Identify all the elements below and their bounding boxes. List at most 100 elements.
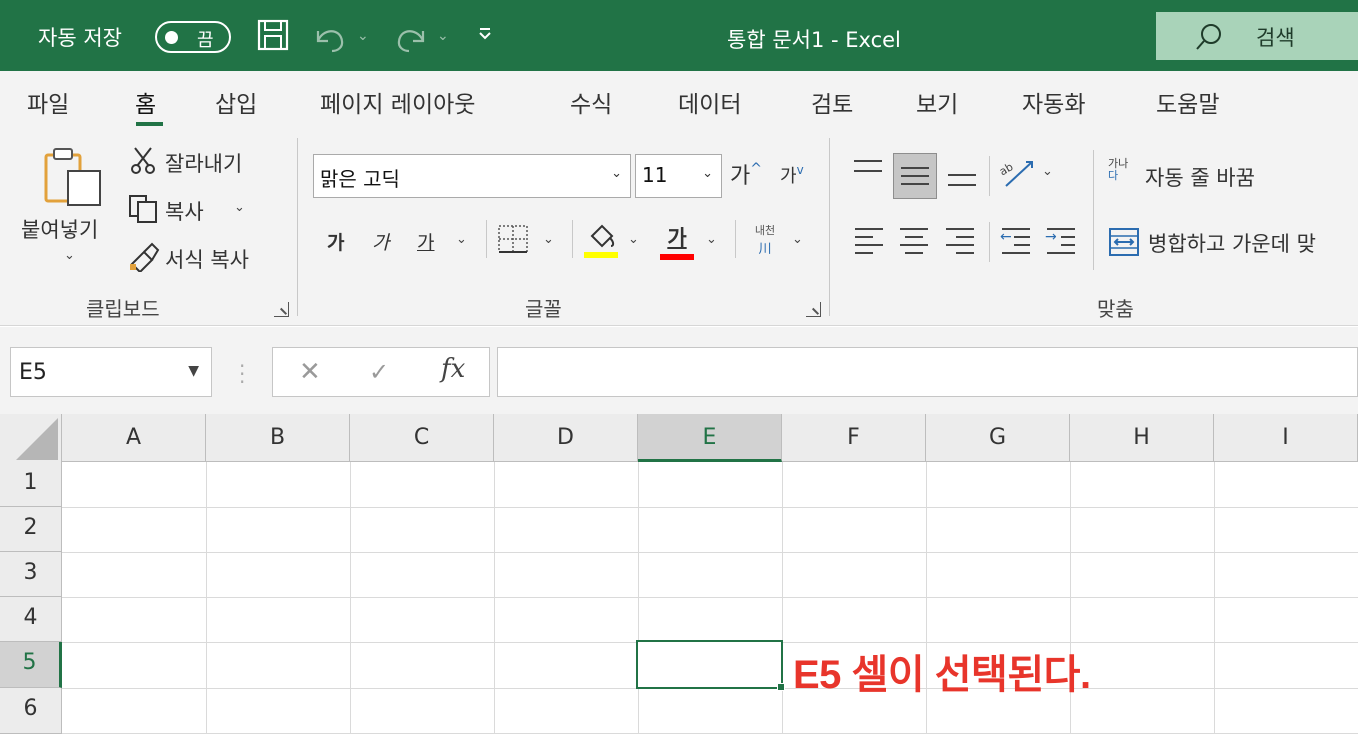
font-color-dropdown-icon[interactable]: ⌄ xyxy=(706,232,717,247)
italic-button[interactable]: 가 xyxy=(372,228,389,255)
orientation-icon[interactable]: ab xyxy=(998,156,1038,190)
borders-icon[interactable] xyxy=(497,224,529,254)
tab-automate[interactable]: 자동화 xyxy=(1022,85,1085,119)
grow-font-button[interactable]: 가^ xyxy=(730,158,762,190)
ribbon-tabs: 파일 홈 삽입 페이지 레이아웃 수식 데이터 검토 보기 자동화 도움말 xyxy=(0,71,1358,128)
format-painter-label[interactable]: 서식 복사 xyxy=(165,244,249,274)
enter-icon[interactable]: ✓ xyxy=(369,358,389,386)
column-header-i[interactable]: I xyxy=(1214,414,1358,462)
row-header-6[interactable]: 6 xyxy=(0,688,62,734)
name-box[interactable]: E5 ▼ xyxy=(10,347,212,397)
underline-dropdown-icon[interactable]: ⌄ xyxy=(456,232,467,247)
borders-dropdown-icon[interactable]: ⌄ xyxy=(543,232,554,247)
chevron-down-icon: ⌄ xyxy=(702,166,713,181)
copy-dropdown-icon[interactable]: ⌄ xyxy=(234,200,245,215)
merge-center-icon[interactable] xyxy=(1108,227,1140,257)
paste-icon[interactable] xyxy=(40,145,104,207)
fill-color-dropdown-icon[interactable]: ⌄ xyxy=(628,232,639,247)
font-name-combobox[interactable]: 맑은 고딕 ⌄ xyxy=(313,154,631,198)
name-box-dropdown-icon[interactable]: ▼ xyxy=(188,363,199,379)
customize-qat-icon[interactable] xyxy=(478,26,492,46)
middle-align-button[interactable] xyxy=(893,153,937,199)
formula-bar: E5 ▼ · · · ✕ ✓ fx xyxy=(0,327,1358,414)
column-header-g[interactable]: G xyxy=(926,414,1070,462)
orientation-dropdown-icon[interactable]: ⌄ xyxy=(1042,164,1053,179)
gridline xyxy=(350,462,351,734)
clipboard-group-label: 클립보드 xyxy=(86,297,160,321)
separator xyxy=(735,220,736,258)
column-header-d[interactable]: D xyxy=(494,414,638,462)
tab-page-layout[interactable]: 페이지 레이아웃 xyxy=(320,85,475,119)
phonetic-guide-button[interactable]: 내천 川 xyxy=(745,222,785,257)
column-header-a[interactable]: A xyxy=(62,414,206,462)
undo-dropdown-icon[interactable]: ⌄ xyxy=(357,28,369,44)
select-all-button[interactable] xyxy=(0,414,62,462)
align-right-button[interactable] xyxy=(944,224,978,254)
clipboard-launcher-icon[interactable] xyxy=(274,302,289,317)
wrap-text-label[interactable]: 자동 줄 바꿈 xyxy=(1145,162,1255,192)
gridline xyxy=(638,462,639,734)
bottom-align-button[interactable] xyxy=(946,158,980,188)
redo-dropdown-icon[interactable]: ⌄ xyxy=(437,28,449,44)
tab-view[interactable]: 보기 xyxy=(916,85,958,119)
font-size-value: 11 xyxy=(642,163,668,187)
increase-indent-button[interactable]: → xyxy=(1045,224,1079,254)
cut-icon[interactable] xyxy=(130,146,156,174)
align-center-button[interactable] xyxy=(898,224,932,254)
worksheet-grid: A B C D E F G H I 1 2 3 4 5 6 E5 셀이 선택된다… xyxy=(0,414,1358,734)
cut-label[interactable]: 잘라내기 xyxy=(165,148,242,178)
tab-formulas[interactable]: 수식 xyxy=(570,85,612,119)
column-header-b[interactable]: B xyxy=(206,414,350,462)
shrink-font-button[interactable]: 가v xyxy=(780,162,804,188)
paste-dropdown-icon[interactable]: ⌄ xyxy=(64,248,75,263)
column-header-c[interactable]: C xyxy=(350,414,494,462)
row-header-4[interactable]: 4 xyxy=(0,597,62,642)
row-header-5[interactable]: 5 xyxy=(0,642,62,688)
fill-color-icon[interactable] xyxy=(584,222,618,258)
align-left-button[interactable] xyxy=(853,224,887,254)
format-painter-icon[interactable] xyxy=(128,242,160,272)
wrap-text-icon[interactable]: 가나 다 xyxy=(1108,158,1140,182)
alignment-group-label: 맞춤 xyxy=(1097,297,1134,321)
row-header-3[interactable]: 3 xyxy=(0,552,62,597)
fill-handle[interactable] xyxy=(777,683,785,691)
column-header-f[interactable]: F xyxy=(782,414,926,462)
column-header-h[interactable]: H xyxy=(1070,414,1214,462)
font-launcher-icon[interactable] xyxy=(806,302,821,317)
font-name-value: 맑은 고딕 xyxy=(320,167,400,191)
splitter-handle-icon[interactable]: · · · xyxy=(239,356,245,392)
arrow-left-icon: ← xyxy=(1000,229,1012,245)
formula-input[interactable] xyxy=(497,347,1358,397)
cancel-icon[interactable]: ✕ xyxy=(299,357,321,387)
search-box[interactable]: 검색 xyxy=(1156,12,1358,60)
tab-review[interactable]: 검토 xyxy=(811,85,853,119)
merge-center-label[interactable]: 병합하고 가운데 맞 xyxy=(1148,228,1316,258)
top-align-button[interactable] xyxy=(852,158,886,188)
save-icon[interactable] xyxy=(256,18,290,52)
redo-icon[interactable] xyxy=(393,23,429,53)
tab-insert[interactable]: 삽입 xyxy=(215,85,257,119)
undo-icon[interactable] xyxy=(312,23,348,53)
font-size-combobox[interactable]: 11 ⌄ xyxy=(635,154,722,198)
copy-label[interactable]: 복사 xyxy=(165,196,204,226)
active-cell-e5[interactable] xyxy=(636,640,783,689)
autosave-toggle[interactable]: 끔 xyxy=(155,21,231,53)
copy-icon[interactable] xyxy=(128,194,160,224)
decrease-indent-button[interactable]: ← xyxy=(1000,224,1034,254)
bold-button[interactable]: 가 xyxy=(327,228,344,255)
tab-data[interactable]: 데이터 xyxy=(678,85,741,119)
phonetic-dropdown-icon[interactable]: ⌄ xyxy=(792,232,803,247)
tab-file[interactable]: 파일 xyxy=(27,85,69,119)
select-all-icon xyxy=(16,418,58,460)
underline-button[interactable]: 가 xyxy=(417,228,434,255)
row-header-2[interactable]: 2 xyxy=(0,507,62,552)
tab-home[interactable]: 홈 xyxy=(135,85,156,119)
font-color-button[interactable]: 가 xyxy=(660,222,694,260)
paste-label[interactable]: 붙여넣기 xyxy=(21,214,98,244)
insert-function-button[interactable]: fx xyxy=(441,354,465,384)
annotation-callout: E5 셀이 선택된다. xyxy=(793,653,1091,697)
tab-help[interactable]: 도움말 xyxy=(1156,85,1219,119)
gridline xyxy=(494,462,495,734)
row-header-1[interactable]: 1 xyxy=(0,462,62,507)
column-header-e[interactable]: E xyxy=(638,414,782,462)
